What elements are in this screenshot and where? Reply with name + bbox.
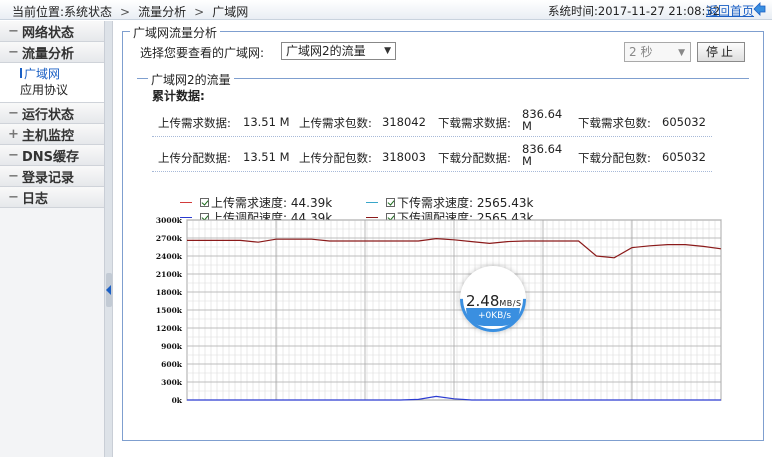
up-alloc-value: 13.51 M — [243, 150, 290, 164]
wan-select-label: 选择您要查看的广域网: — [140, 46, 265, 60]
refresh-interval-value: 2 秒 — [629, 45, 653, 59]
up-alloc-pkts-label: 上传分配包数: — [299, 151, 372, 165]
down-alloc-pkts-label: 下载分配包数: — [578, 151, 651, 165]
sidebar-splitter[interactable] — [105, 21, 113, 457]
y-tick-label: 2100k — [156, 270, 183, 279]
subnav-wan[interactable]: 广域网 — [20, 66, 104, 82]
y-tick-label: 3000k — [156, 216, 183, 225]
down-demand-value: 836.64 M — [522, 107, 563, 133]
traffic-submenu: 广域网 应用协议 — [0, 63, 104, 103]
subnav-app-protocol[interactable]: 应用协议 — [20, 82, 104, 98]
y-tick-label: 300k — [161, 378, 183, 387]
up-demand-pkts-value: 318042 — [382, 115, 426, 129]
breadcrumb-wan: 广域网 — [212, 5, 249, 19]
speed-gauge: 2.48MB/S +0KB/s — [446, 252, 540, 346]
up-demand-value: 13.51 M — [243, 115, 290, 129]
down-demand-label: 下载需求数据: — [438, 116, 511, 130]
down-demand-pkts-label: 下载需求包数: — [578, 116, 651, 130]
cumulative-title: 累计数据: — [152, 89, 205, 103]
y-tick-label: 1500k — [156, 306, 183, 315]
y-tick-label: 2400k — [156, 252, 183, 261]
breadcrumb: 当前位置:系统状态 > 流量分析 > 广域网 — [12, 3, 248, 20]
y-tick-label: 900k — [161, 342, 183, 351]
sub-panel-title: 广域网2的流量 — [148, 71, 234, 88]
stats-row-demand: 上传需求数据: 13.51 M 上传需求包数: 318042 下载需求数据: 8… — [152, 107, 712, 137]
breadcrumb-sep: > — [194, 5, 205, 19]
nav-network-status[interactable]: − 网络状态 — [0, 21, 104, 42]
stats-row-alloc: 上传分配数据: 13.51 M 上传分配包数: 318003 下载分配数据: 8… — [152, 142, 712, 172]
legend-line-swatch — [180, 202, 192, 203]
home-link[interactable]: 返回首页 — [706, 2, 754, 19]
panel-title: 广域网流量分析 — [130, 24, 221, 41]
refresh-interval-select[interactable]: 2 秒 ▼ — [624, 42, 691, 62]
stop-button[interactable]: 停止 — [697, 42, 745, 62]
y-tick-label: 0k — [172, 396, 183, 405]
wan-select[interactable]: 广域网2的流量 ▼ — [281, 42, 396, 60]
gauge-value: 2.48MB/S — [466, 292, 522, 310]
legend-line-swatch — [366, 202, 378, 203]
y-tick-label: 600k — [161, 360, 183, 369]
breadcrumb-root: 当前位置:系统状态 — [12, 5, 113, 19]
nav-dns-cache[interactable]: − DNS缓存 — [0, 145, 104, 166]
down-alloc-pkts-value: 605032 — [662, 150, 706, 164]
nav-run-status[interactable]: − 运行状态 — [0, 103, 104, 124]
top-bar: 当前位置:系统状态 > 流量分析 > 广域网 系统时间:2017-11-27 21:08… — [0, 0, 772, 20]
sidebar: − 网络状态 − 流量分析 广域网 应用协议 − 运行状态 + 主机监控 − DNS缓存 … — [0, 21, 105, 457]
breadcrumb-sep: > — [120, 5, 131, 19]
traffic-line-chart: 3000k 2700k 2400k 2100k 1800k 1500k 1200k 900k 6… — [156, 216, 722, 405]
up-demand-pkts-label: 上传需求包数: — [299, 116, 372, 130]
collapse-arrow-icon[interactable] — [106, 273, 112, 307]
y-tick-label: 1800k — [156, 288, 183, 297]
y-tick-label: 1200k — [156, 324, 183, 333]
checkbox-checked-icon[interactable] — [386, 198, 395, 207]
up-alloc-label: 上传分配数据: — [158, 151, 231, 165]
active-marker — [20, 68, 22, 78]
gauge-delta: +0KB/s — [478, 311, 512, 321]
down-alloc-value: 836.64 M — [522, 142, 563, 168]
nav-login-records[interactable]: − 登录记录 — [0, 166, 104, 187]
down-demand-pkts-value: 605032 — [662, 115, 706, 129]
down-alloc-label: 下载分配数据: — [438, 151, 511, 165]
nav-traffic-analysis[interactable]: − 流量分析 — [0, 42, 104, 63]
checkbox-checked-icon[interactable] — [200, 198, 209, 207]
chevron-down-icon: ▼ — [384, 46, 391, 56]
breadcrumb-traffic[interactable]: 流量分析 — [138, 5, 186, 19]
up-demand-label: 上传需求数据: — [158, 116, 231, 130]
chevron-down-icon: ▼ — [678, 48, 685, 58]
y-tick-label: 2700k — [156, 234, 183, 243]
wan-select-value: 广域网2的流量 — [286, 44, 366, 58]
up-alloc-pkts-value: 318003 — [382, 150, 426, 164]
nav-logs[interactable]: − 日志 — [0, 187, 104, 208]
nav-host-monitor[interactable]: + 主机监控 — [0, 124, 104, 145]
system-time: 系统时间:2017-11-27 21:08:32 — [548, 4, 721, 18]
home-arrow-icon[interactable] — [752, 1, 766, 17]
